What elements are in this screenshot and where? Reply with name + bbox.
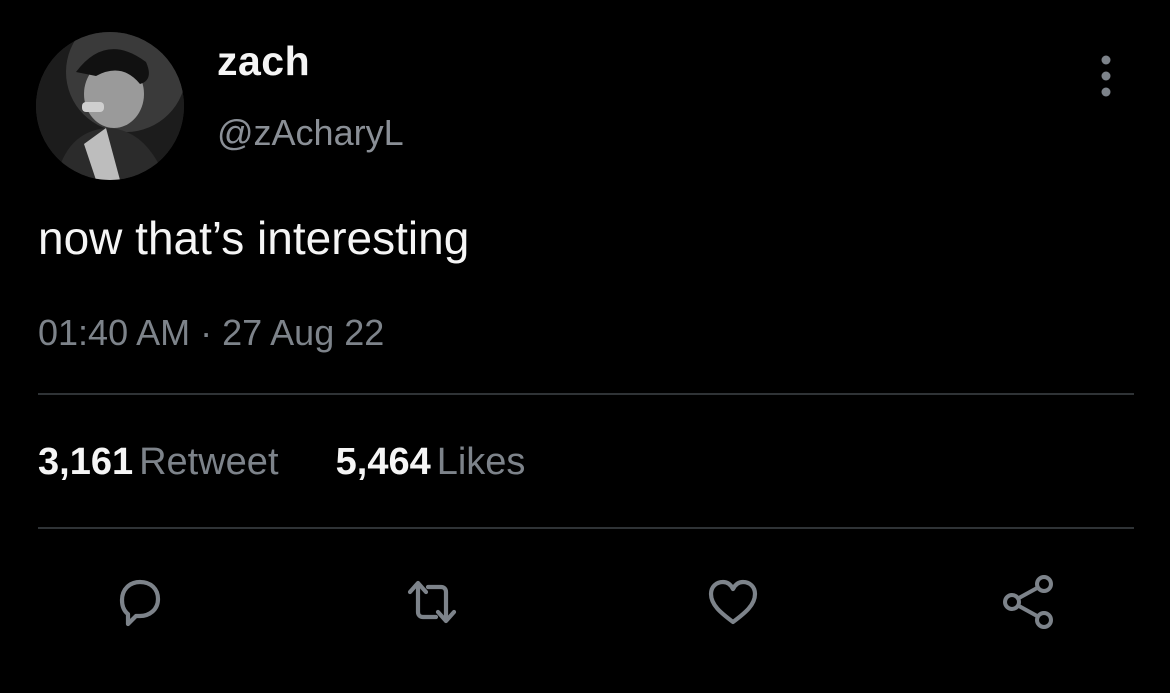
more-options-icon[interactable] <box>1088 52 1124 100</box>
share-icon <box>1003 575 1053 629</box>
divider <box>38 393 1134 395</box>
retweet-icon <box>407 580 457 624</box>
display-name[interactable]: zach <box>217 36 310 86</box>
tweet-text: now that’s interesting <box>38 212 470 264</box>
tweet-stats: 3,161 Retweet 5,464 Likes <box>38 438 525 486</box>
like-button[interactable] <box>701 570 765 634</box>
heart-icon <box>708 579 758 625</box>
share-button[interactable] <box>996 570 1060 634</box>
avatar[interactable] <box>36 32 184 180</box>
likes-count: 5,464 <box>335 441 431 483</box>
tweet-timestamp[interactable]: 01:40 AM · 27 Aug 22 <box>38 310 384 356</box>
retweet-button[interactable] <box>400 570 464 634</box>
likes-stat[interactable]: 5,464 Likes <box>336 441 526 483</box>
reply-icon <box>119 579 161 627</box>
retweets-count: 3,161 <box>38 441 134 483</box>
reply-button[interactable] <box>108 570 172 634</box>
likes-label: Likes <box>436 441 526 483</box>
retweets-stat[interactable]: 3,161 Retweet <box>38 441 289 483</box>
retweets-label: Retweet <box>139 441 279 483</box>
user-handle[interactable]: @zAcharyL <box>217 110 404 156</box>
divider <box>38 527 1134 529</box>
tweet-card: zach @zAcharyL now that’s interesting 01… <box>0 0 1170 693</box>
avatar-photo <box>36 32 184 180</box>
